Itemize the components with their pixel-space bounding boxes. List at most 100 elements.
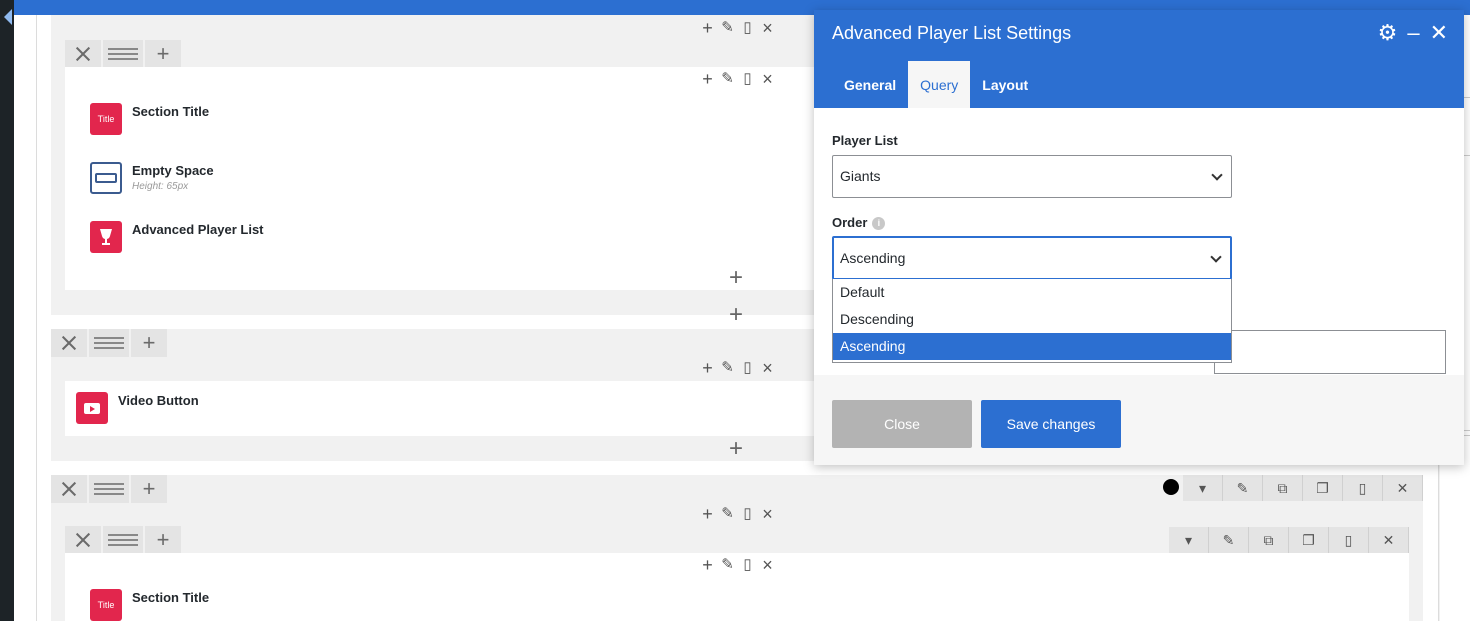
delete-icon[interactable]: × — [760, 505, 775, 523]
column-controls-3: + — [65, 526, 183, 554]
edit-icon[interactable]: ✎ — [720, 70, 735, 88]
player-list-label: Player List — [832, 133, 898, 148]
expand-icon — [62, 482, 76, 496]
drag-lines-icon — [108, 48, 138, 60]
delete-icon[interactable]: ✕ — [1383, 475, 1423, 501]
add-column-button[interactable]: + — [131, 475, 167, 503]
drag-handle[interactable] — [89, 329, 129, 357]
add-column-button[interactable]: + — [131, 329, 167, 357]
paste-icon[interactable]: ▯ — [740, 70, 755, 88]
element-title: Advanced Player List — [132, 222, 264, 237]
chevron-down-icon — [1210, 251, 1222, 263]
clone-icon[interactable]: ❐ — [1303, 475, 1343, 501]
copy-icon[interactable]: ⧉ — [1263, 475, 1303, 501]
minimize-icon[interactable]: – — [1407, 20, 1419, 46]
dialog-footer: Close Save changes — [814, 375, 1464, 465]
order-label-text: Order — [832, 215, 868, 230]
add-column-button[interactable]: + — [145, 40, 181, 68]
order-label: Order i — [832, 215, 886, 230]
expand-button[interactable] — [65, 40, 101, 68]
paste-icon[interactable]: ▯ — [1343, 475, 1383, 501]
element-advanced-player-list[interactable]: Advanced Player List — [90, 221, 264, 253]
edit-icon[interactable]: ✎ — [720, 556, 735, 574]
color-dot[interactable] — [1163, 479, 1179, 495]
add-icon[interactable]: + — [700, 505, 715, 523]
row-3-controls: + — [51, 475, 169, 503]
element-section-title-2[interactable]: Title Section Title — [90, 589, 209, 621]
dialog-header: Advanced Player List Settings ⚙ – ✕ Gene… — [814, 10, 1464, 109]
paste-icon[interactable]: ▯ — [740, 505, 755, 523]
edit-icon[interactable]: ✎ — [1223, 475, 1263, 501]
add-column-button[interactable]: + — [145, 526, 181, 554]
delete-icon[interactable]: × — [760, 359, 775, 377]
clone-icon[interactable]: ❐ — [1289, 527, 1329, 553]
drag-handle[interactable] — [103, 526, 143, 554]
edit-icon[interactable]: ✎ — [720, 505, 735, 523]
expand-button[interactable] — [51, 329, 87, 357]
gear-icon[interactable]: ⚙ — [1378, 20, 1398, 46]
hidden-field-input[interactable] — [1214, 330, 1446, 374]
title-icon: Title — [90, 103, 122, 135]
add-icon[interactable]: + — [700, 556, 715, 574]
save-changes-button[interactable]: Save changes — [981, 400, 1121, 448]
column-1-tools: + ✎ ▯ × — [700, 70, 775, 88]
dialog-title: Advanced Player List Settings — [832, 23, 1072, 43]
edit-icon[interactable]: ✎ — [720, 359, 735, 377]
settings-dialog: Advanced Player List Settings ⚙ – ✕ Gene… — [814, 10, 1464, 465]
element-title: Video Button — [118, 393, 199, 408]
delete-icon[interactable]: ✕ — [1369, 527, 1409, 553]
row-2-tools: + ✎ ▯ × — [700, 359, 775, 377]
expand-button[interactable] — [51, 475, 87, 503]
paste-icon[interactable]: ▯ — [1329, 527, 1369, 553]
expand-icon — [62, 336, 76, 350]
row-3-toolbar: ▾ ✎ ⧉ ❐ ▯ ✕ — [1183, 475, 1423, 501]
admin-sidebar — [0, 0, 14, 621]
add-row-icon[interactable]: + — [729, 303, 743, 327]
add-element-icon[interactable]: + — [729, 266, 743, 290]
info-icon[interactable]: i — [872, 217, 886, 230]
tab-general[interactable]: General — [832, 61, 908, 109]
add-icon[interactable]: + — [700, 70, 715, 88]
delete-icon[interactable]: × — [760, 19, 775, 37]
player-list-value: Giants — [840, 168, 881, 184]
paste-icon[interactable]: ▯ — [740, 19, 755, 37]
edit-icon[interactable]: ✎ — [1209, 527, 1249, 553]
delete-icon[interactable]: × — [760, 556, 775, 574]
copy-icon[interactable]: ⧉ — [1249, 527, 1289, 553]
element-title: Empty Space — [132, 163, 214, 178]
order-option-default[interactable]: Default — [833, 279, 1231, 306]
order-option-descending[interactable]: Descending — [833, 306, 1231, 333]
trophy-icon — [90, 221, 122, 253]
close-icon[interactable]: ✕ — [1430, 20, 1448, 46]
add-icon[interactable]: + — [700, 19, 715, 37]
order-value: Ascending — [840, 250, 906, 266]
paste-icon[interactable]: ▯ — [740, 359, 755, 377]
player-list-select[interactable]: Giants — [832, 155, 1232, 198]
add-icon[interactable]: + — [700, 359, 715, 377]
element-title: Section Title — [132, 590, 210, 605]
row-2-controls: + — [51, 329, 169, 357]
expand-button[interactable] — [65, 526, 101, 554]
element-empty-space[interactable]: Empty Space Height: 65px — [90, 162, 214, 194]
order-select[interactable]: Ascending — [832, 236, 1232, 280]
close-button[interactable]: Close — [832, 400, 972, 448]
edit-icon[interactable]: ✎ — [720, 19, 735, 37]
add-element-icon[interactable]: + — [729, 437, 743, 461]
element-section-title[interactable]: Title Section Title — [90, 103, 209, 135]
tab-layout[interactable]: Layout — [970, 61, 1040, 109]
dropdown-icon[interactable]: ▾ — [1169, 527, 1209, 553]
left-gutter — [14, 15, 36, 621]
drag-handle[interactable] — [89, 475, 129, 503]
drag-handle[interactable] — [103, 40, 143, 68]
collapse-arrow-icon[interactable] — [4, 9, 12, 25]
element-video-button[interactable]: Video Button — [76, 392, 199, 424]
order-option-ascending[interactable]: Ascending — [833, 333, 1231, 360]
row-3-tools: + ✎ ▯ × — [700, 505, 775, 523]
column-3-toolbar: ▾ ✎ ⧉ ❐ ▯ ✕ — [1169, 527, 1409, 553]
tab-query[interactable]: Query — [908, 61, 971, 109]
dialog-tabs: General Query Layout — [832, 61, 1040, 109]
paste-icon[interactable]: ▯ — [740, 556, 755, 574]
video-icon — [76, 392, 108, 424]
dropdown-icon[interactable]: ▾ — [1183, 475, 1223, 501]
delete-icon[interactable]: × — [760, 70, 775, 88]
